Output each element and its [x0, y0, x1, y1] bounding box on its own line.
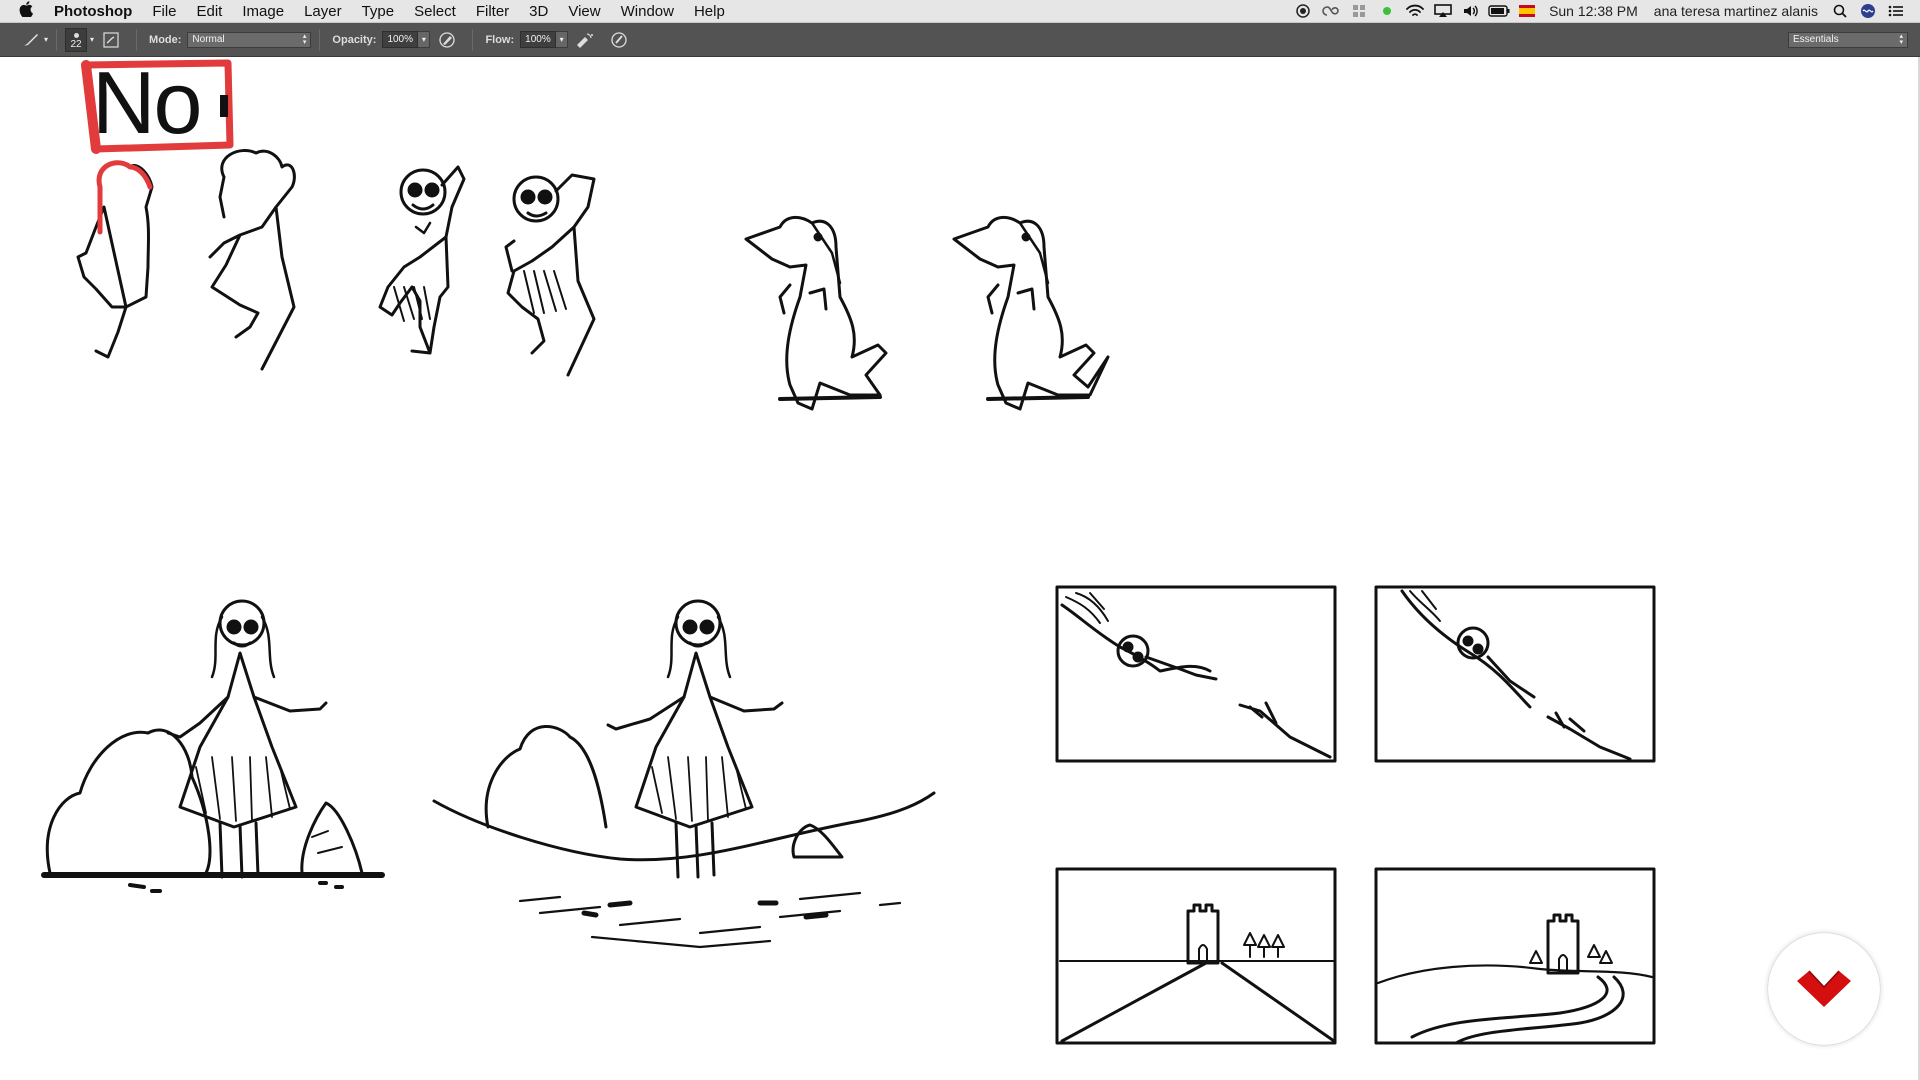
- dancer-face-figure-1: [378, 165, 466, 355]
- menu-3d[interactable]: 3D: [519, 3, 558, 20]
- dancer-silhouette-1: [76, 160, 154, 359]
- airplay-icon[interactable]: [1432, 3, 1454, 19]
- storyboard-frame-2: [1374, 585, 1656, 763]
- dancer-silhouette-2: [208, 149, 296, 371]
- storyboard-frame-1: [1055, 585, 1337, 763]
- pressure-opacity-toggle[interactable]: [436, 29, 458, 51]
- opacity-slider-toggle[interactable]: ▾: [418, 31, 431, 48]
- divider: [136, 28, 138, 51]
- note-dot: [220, 95, 228, 117]
- flow-field[interactable]: 100%: [520, 31, 557, 48]
- airbrush-toggle[interactable]: [574, 29, 596, 51]
- tool-preset-picker[interactable]: ▾: [22, 32, 48, 48]
- creative-cloud-icon[interactable]: [1320, 3, 1342, 19]
- document-canvas[interactable]: No: [0, 57, 1920, 1080]
- brush-size-swatch: 22: [65, 27, 88, 52]
- red-chevron-logo-icon: [1797, 970, 1851, 1007]
- menu-help[interactable]: Help: [684, 3, 735, 20]
- brush-preset-picker[interactable]: 22 ▾: [65, 27, 95, 52]
- divider: [319, 28, 321, 51]
- workspace-value: Essentials: [1793, 34, 1839, 45]
- opacity-field[interactable]: 100%: [382, 31, 419, 48]
- menu-window[interactable]: Window: [611, 3, 684, 20]
- record-icon[interactable]: [1292, 3, 1314, 19]
- flag-icon[interactable]: [1516, 3, 1538, 19]
- storyboard-frame-3: [1055, 867, 1337, 1045]
- menu-filter[interactable]: Filter: [466, 3, 519, 20]
- pressure-size-icon: [611, 31, 627, 48]
- brush-panel-toggle[interactable]: [100, 29, 122, 51]
- app-menu-photoshop[interactable]: Photoshop: [52, 3, 142, 20]
- divider: [56, 28, 58, 51]
- menu-select[interactable]: Select: [404, 3, 466, 20]
- menu-edit[interactable]: Edit: [187, 3, 233, 20]
- flow-label: Flow:: [485, 33, 515, 46]
- menu-type[interactable]: Type: [352, 3, 405, 20]
- mode-select[interactable]: Normal ▴ ▾: [187, 31, 312, 48]
- user-name[interactable]: ana teresa martinez alanis: [1646, 3, 1826, 19]
- brand-badge[interactable]: [1768, 933, 1880, 1045]
- apple-menu-icon[interactable]: [0, 0, 52, 22]
- note-text: No: [92, 57, 201, 152]
- clock[interactable]: Sun 12:38 PM: [1541, 3, 1646, 19]
- opacity-label: Opacity:: [332, 33, 377, 46]
- pressure-opacity-icon: [439, 31, 456, 48]
- dog-sketch-2: [952, 216, 1110, 411]
- menu-bar: Photoshop File Edit Image Layer Type Sel…: [0, 0, 1920, 23]
- battery-icon[interactable]: [1488, 3, 1510, 19]
- flow-slider-toggle[interactable]: ▾: [556, 31, 569, 48]
- chevron-down-icon: ▾: [44, 35, 49, 44]
- dancer-face-figure-2: [504, 173, 596, 377]
- pressure-size-toggle[interactable]: [608, 29, 630, 51]
- updown-icon: ▴ ▾: [302, 32, 307, 46]
- girl-with-rocks-sketch-2: [432, 599, 936, 949]
- girl-with-rocks-sketch-1: [41, 599, 385, 893]
- updown-icon: ▴ ▾: [1899, 32, 1903, 46]
- airbrush-icon: [577, 32, 594, 48]
- green-dot-icon[interactable]: [1376, 3, 1398, 19]
- tool-options-bar: ▾ 22 ▾ Mode: Normal ▴ ▾ Opacity: 100% ▾ F…: [0, 23, 1920, 57]
- brush-panel-icon: [103, 31, 119, 48]
- spotlight-search-icon[interactable]: [1829, 3, 1851, 19]
- notification-center-icon[interactable]: [1885, 3, 1907, 19]
- menu-layer[interactable]: Layer: [294, 3, 352, 20]
- brush-tool-icon: [24, 33, 38, 45]
- siri-icon[interactable]: [1857, 3, 1879, 19]
- dog-sketch-1: [744, 216, 888, 411]
- chevron-down-icon: ▾: [90, 35, 95, 44]
- menu-image[interactable]: Image: [232, 3, 294, 20]
- grid-icon[interactable]: [1348, 3, 1370, 19]
- sketch-artwork: No: [41, 57, 1656, 1045]
- menu-file[interactable]: File: [142, 3, 186, 20]
- volume-icon[interactable]: [1460, 3, 1482, 19]
- status-area: Sun 12:38 PM ana teresa martinez alanis: [1289, 3, 1920, 19]
- divider: [472, 28, 474, 51]
- mode-label: Mode:: [149, 33, 182, 46]
- wifi-icon[interactable]: [1404, 3, 1426, 19]
- storyboard-frame-4: [1374, 867, 1656, 1045]
- menu-view[interactable]: View: [558, 3, 610, 20]
- mode-value: Normal: [192, 34, 225, 45]
- workspace-select[interactable]: Essentials ▴ ▾: [1788, 31, 1908, 48]
